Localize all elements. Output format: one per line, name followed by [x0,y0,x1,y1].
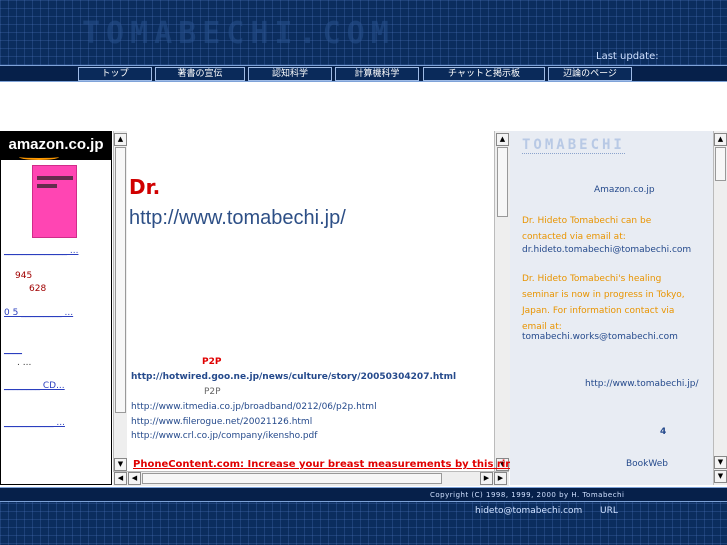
scroll-thumb[interactable] [142,473,442,484]
crl-link[interactable]: http://www.crl.co.jp/company/ikensho.pdf [131,431,317,441]
scroll-down-arrow-icon[interactable]: ▼ [714,470,727,483]
sidebar-number: 4 [660,427,667,437]
nav-item-chat-board[interactable]: チャットと掲示板 [423,67,545,81]
footer-email-link[interactable]: hideto@tomabechi.com [475,506,582,516]
amazon-logo-text: amazon.co.jp [8,136,104,153]
page-title: Dr. [129,175,161,199]
filerogue-link[interactable]: http://www.filerogue.net/20021126.html [131,417,312,427]
site-footer: Copyright (C) 1998, 1999, 2000 by H. Tom… [0,487,727,545]
book-subtitle-graphic [37,184,57,188]
footer-bar: Copyright (C) 1998, 1999, 2000 by H. Tom… [0,487,727,502]
seminar-text: Dr. Hideto Tomabechi's healing seminar i… [522,274,685,332]
scroll-down-arrow-icon[interactable]: ▼ [114,458,127,471]
main-content-frame: ▲ ▼ ▲ ▼ ◀ ◀ ▶ ▶ Dr. http://www.tomabechi… [113,131,545,486]
scroll-up-arrow-icon[interactable]: ▲ [496,133,509,146]
nav-item-books[interactable]: 著書の宣伝 [155,67,245,81]
seminar-email-link[interactable]: tomabechi.works@tomabechi.com [522,332,678,342]
scroll-thumb[interactable] [715,147,726,181]
scroll-up-arrow-icon[interactable]: ▲ [714,133,727,146]
scroll-right-arrow-icon[interactable]: ▶ [494,472,507,485]
book-price-list: 945 [15,271,33,281]
scroll-right-arrow-icon[interactable]: ▶ [480,472,493,485]
amazon-book-link-2[interactable]: 0 5 _________ ... [4,308,73,318]
site-logo: TOMABECHI.COM [82,16,395,51]
bookweb-link[interactable]: BookWeb [626,459,668,469]
nav-item-debate-page[interactable]: 辺論のページ [548,67,632,81]
scroll-thumb[interactable] [115,147,126,413]
site-url-link[interactable]: http://www.tomabechi.jp/ [129,207,346,230]
main-horizontal-scrollbar[interactable]: ◀ ◀ ▶ ▶ [113,471,509,486]
amazon-book-link-4[interactable]: ________ CD... [4,381,65,391]
amazon-logo[interactable]: amazon.co.jp [1,132,111,160]
right-scrollbar[interactable]: ▲ ▼ ▼ [713,131,727,485]
main-left-scrollbar[interactable]: ▲ ▼ [113,131,127,471]
p2p-heading: P2P [202,357,222,367]
hotwired-link[interactable]: http://hotwired.goo.ne.jp/news/culture/s… [131,372,456,382]
book-cover-image[interactable] [32,165,77,238]
right-sidebar-frame: TOMABECHI Amazon.co.jp Dr. Hideto Tomabe… [510,131,727,485]
scroll-left-arrow-icon[interactable]: ◀ [128,472,141,485]
scroll-down-arrow-icon[interactable]: ▼ [714,456,727,469]
nav-item-computer-science[interactable]: 計算機科学 [335,67,419,81]
book-price-sale: 628 [29,284,47,294]
amazon-link[interactable]: Amazon.co.jp [594,185,655,195]
amazon-smile-icon [19,154,59,160]
footer-url-link[interactable]: URL [600,506,618,516]
main-right-scrollbar[interactable]: ▲ ▼ [494,131,510,471]
nav-item-top[interactable]: トップ [78,67,152,81]
last-update-label: Last update: [596,51,659,62]
copyright-notice: Copyright (C) 1998, 1999, 2000 by H. Tom… [430,491,625,499]
contact-email-link[interactable]: dr.hideto.tomabechi@tomabechi.com [522,245,691,255]
contact-text: Dr. Hideto Tomabechi can be contacted vi… [522,216,652,242]
book-title-graphic [37,176,73,180]
p2p-label: P2P [204,387,221,397]
scroll-thumb[interactable] [497,147,508,217]
nav-bar: トップ 著書の宣伝 認知科学 計算機科学 チャットと掲示板 辺論のページ [0,65,727,82]
site-header: TOMABECHI.COM Last update: トップ 著書の宣伝 認知科… [0,0,727,82]
scroll-left-arrow-icon[interactable]: ◀ [114,472,127,485]
sidebar-site-url-link[interactable]: http://www.tomabechi.jp/ [585,379,699,389]
itmedia-link[interactable]: http://www.itmedia.co.jp/broadband/0212/… [131,402,377,412]
amazon-book-link-1[interactable]: ______________ ... [4,246,78,256]
phonecontent-ad-link[interactable]: PhoneContent.com: Increase your breast m… [133,459,545,470]
right-sidebar-content: TOMABECHI Amazon.co.jp Dr. Hideto Tomabe… [510,131,713,485]
sidebar-logo: TOMABECHI [522,137,625,154]
amazon-book-link-3[interactable]: ____ [4,345,22,355]
scroll-up-arrow-icon[interactable]: ▲ [114,133,127,146]
nav-item-cognitive-science[interactable]: 認知科学 [248,67,332,81]
amazon-frame: amazon.co.jp ______________ ... 945 628 … [0,131,112,485]
book-description: . ... [17,358,32,368]
amazon-book-link-5[interactable]: ___________ ... [4,418,65,428]
